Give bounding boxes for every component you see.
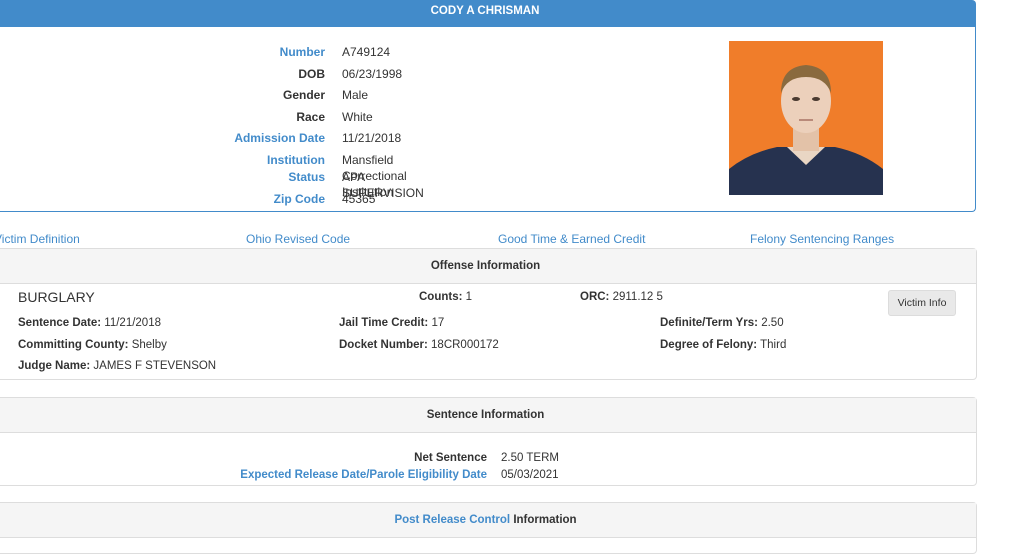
release-date-label[interactable]: Expected Release Date/Parole Eligibility… bbox=[175, 469, 487, 481]
detail-label-number[interactable]: Number bbox=[205, 44, 325, 60]
orc-field: ORC: 2911.12 5 bbox=[580, 291, 663, 303]
degree-value: Third bbox=[760, 339, 787, 351]
post-release-control-link[interactable]: Post Release Control bbox=[394, 514, 510, 526]
county-label: Committing County: bbox=[18, 339, 129, 351]
orc-value: 2911.12 5 bbox=[612, 291, 663, 303]
offense-name: BURGLARY bbox=[18, 289, 95, 305]
judge-label: Judge Name: bbox=[18, 360, 91, 372]
orc-label: ORC: bbox=[580, 291, 610, 303]
ohio-revised-code-link[interactable]: Ohio Revised Code bbox=[246, 232, 350, 246]
counts-field: Counts: 1 bbox=[419, 291, 472, 303]
offense-card: Offense Information BURGLARY Counts: 1 O… bbox=[0, 248, 977, 380]
post-release-card: Post Release Control Information bbox=[0, 502, 977, 554]
inmate-name: CODY A CHRISMAN bbox=[430, 5, 540, 17]
inmate-details-panel: Number A749124 DOB 06/23/1998 Gender Mal… bbox=[0, 27, 976, 212]
jail-credit-value: 17 bbox=[431, 317, 445, 329]
degree-label: Degree of Felony: bbox=[660, 339, 758, 351]
sentence-date-value: 11/21/2018 bbox=[104, 317, 161, 329]
term-label: Definite/Term Yrs: bbox=[660, 317, 758, 329]
detail-label-zip[interactable]: Zip Code bbox=[205, 191, 325, 207]
post-release-title-rest: Information bbox=[513, 514, 577, 526]
detail-label-admission-date[interactable]: Admission Date bbox=[205, 130, 325, 146]
docket-label: Docket Number: bbox=[339, 339, 428, 351]
felony-ranges-link[interactable]: Felony Sentencing Ranges bbox=[750, 232, 894, 246]
degree-field: Degree of Felony: Third bbox=[660, 339, 786, 351]
sentence-date-field: Sentence Date: 11/21/2018 bbox=[18, 317, 161, 329]
post-release-card-title: Post Release Control Information bbox=[0, 503, 976, 538]
sentence-card-title: Sentence Information bbox=[0, 398, 976, 433]
term-field: Definite/Term Yrs: 2.50 bbox=[660, 317, 784, 329]
inmate-name-header: CODY A CHRISMAN bbox=[0, 0, 976, 27]
detail-label-dob: DOB bbox=[298, 67, 325, 81]
judge-value: JAMES F STEVENSON bbox=[93, 360, 217, 372]
jail-credit-field: Jail Time Credit: 17 bbox=[339, 317, 444, 329]
inmate-photo bbox=[729, 41, 883, 195]
counts-label: Counts: bbox=[419, 291, 463, 303]
release-date-value: 05/03/2021 bbox=[501, 469, 559, 481]
county-value: Shelby bbox=[131, 339, 167, 351]
jail-credit-label: Jail Time Credit: bbox=[339, 317, 429, 329]
detail-label-status[interactable]: Status bbox=[205, 169, 325, 185]
judge-field: Judge Name: JAMES F STEVENSON bbox=[18, 360, 216, 372]
counts-value: 1 bbox=[465, 291, 473, 303]
detail-label-gender: Gender bbox=[282, 88, 325, 102]
net-sentence-value: 2.50 TERM bbox=[501, 452, 559, 464]
victim-info-button[interactable]: Victim Info bbox=[888, 290, 956, 316]
term-value: 2.50 bbox=[761, 317, 784, 329]
county-field: Committing County: Shelby bbox=[18, 339, 167, 351]
good-time-link[interactable]: Good Time & Earned Credit bbox=[498, 232, 645, 246]
detail-label-race: Race bbox=[296, 110, 325, 124]
detail-value-zip: 45365 bbox=[342, 192, 376, 206]
net-sentence-label: Net Sentence bbox=[414, 452, 487, 464]
offense-card-title: Offense Information bbox=[0, 249, 976, 284]
detail-value-race: White bbox=[342, 110, 373, 124]
detail-value-admission-date: 11/21/2018 bbox=[342, 131, 402, 145]
sentence-card: Sentence Information Net Sentence 2.50 T… bbox=[0, 397, 977, 486]
detail-value-dob: 06/23/1998 bbox=[342, 67, 403, 81]
detail-value-gender: Male bbox=[342, 88, 369, 102]
inmate-photo-illustration bbox=[729, 41, 883, 195]
docket-field: Docket Number: 18CR000172 bbox=[339, 339, 499, 351]
detail-value-number: A749124 bbox=[342, 45, 391, 59]
detail-label-institution[interactable]: Institution bbox=[205, 152, 325, 168]
docket-value: 18CR000172 bbox=[431, 339, 499, 351]
sentence-date-label: Sentence Date: bbox=[18, 317, 102, 329]
victim-definition-link[interactable]: Victim Definition bbox=[0, 232, 80, 246]
